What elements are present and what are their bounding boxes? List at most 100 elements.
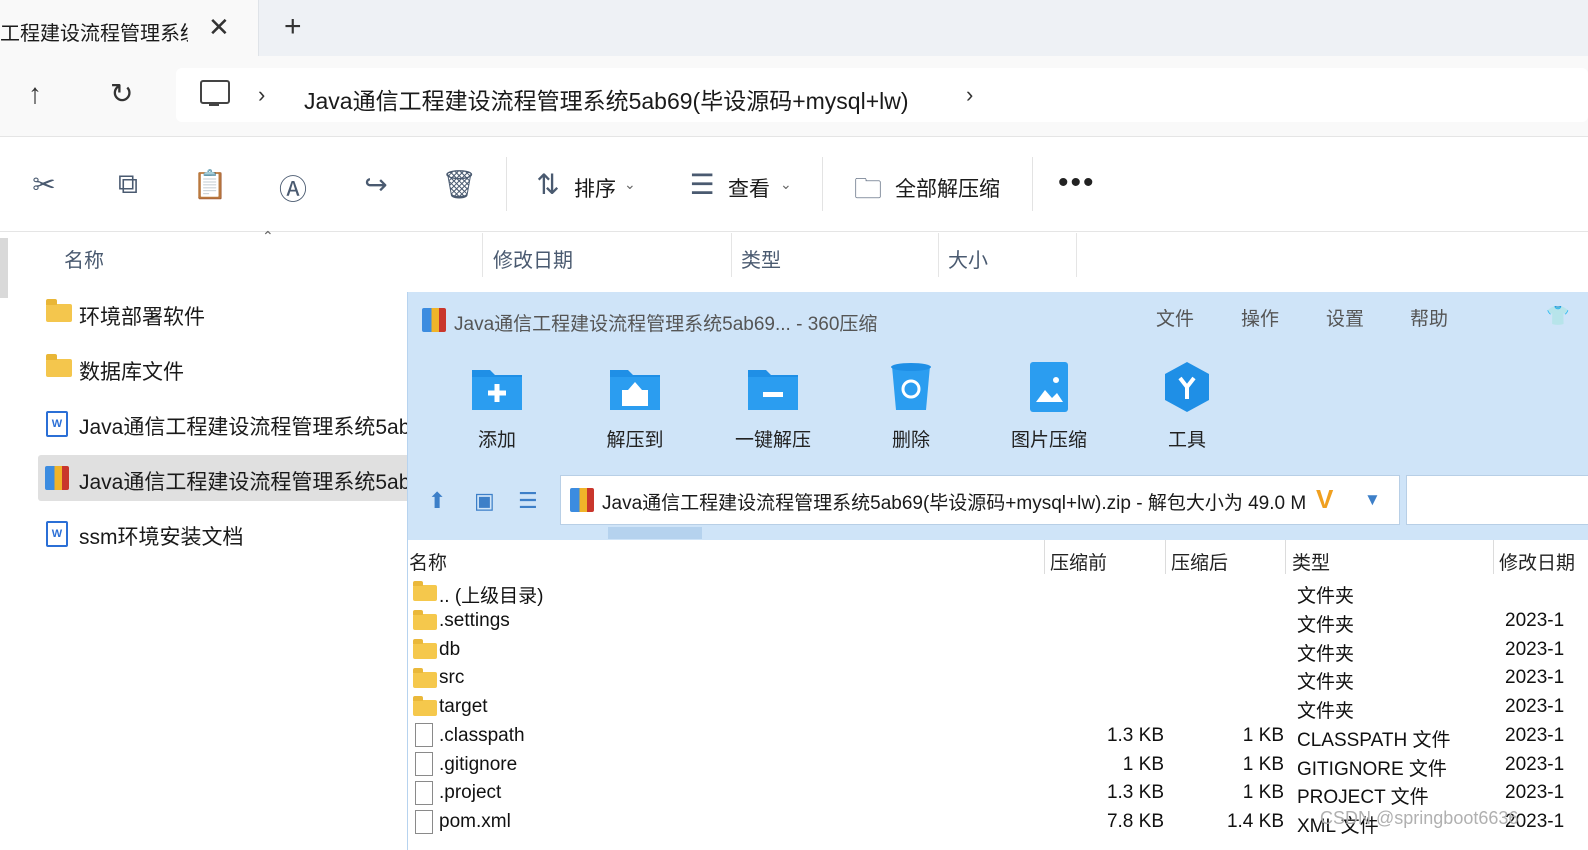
zip-row-type: 文件夹: [1297, 672, 1355, 693]
dropdown-triangle-icon[interactable]: ▼: [1364, 490, 1381, 510]
zip-column-modified[interactable]: 修改日期: [1499, 548, 1575, 575]
tools-icon[interactable]: [1160, 362, 1214, 412]
file-icon: [415, 781, 433, 805]
list-view-icon[interactable]: ☰: [518, 488, 538, 514]
view-icon[interactable]: ☰: [684, 168, 720, 201]
folder-icon: [413, 581, 437, 601]
menu-help[interactable]: 帮助: [1410, 304, 1448, 331]
menu-settings[interactable]: 设置: [1326, 304, 1364, 331]
word-doc-icon: W: [46, 411, 68, 437]
column-header-modified[interactable]: 修改日期: [493, 244, 573, 273]
divider: [822, 157, 823, 211]
zip-row-type: 文件夹: [1297, 644, 1355, 665]
zip-column-type[interactable]: 类型: [1292, 548, 1330, 575]
zip-row-after: 1 KB: [1242, 725, 1284, 746]
column-divider[interactable]: [482, 233, 483, 277]
menu-file[interactable]: 文件: [1156, 304, 1194, 331]
zip-row-type: CLASSPATH 文件: [1297, 730, 1451, 751]
divider: [506, 157, 507, 211]
file-icon: [415, 752, 433, 776]
up-level-icon[interactable]: ⬆: [428, 488, 446, 514]
file-row-name[interactable]: 数据库文件: [79, 356, 184, 386]
zip-path-text[interactable]: Java通信工程建设流程管理系统5ab69(毕设源码+mysql+lw).zip…: [602, 488, 1314, 515]
extract-all-icon[interactable]: 🗀: [850, 168, 886, 216]
thumbnail-view-icon[interactable]: ▣: [474, 488, 495, 514]
file-row-name[interactable]: Java通信工程建设流程管理系统5ab: [79, 411, 410, 441]
folder-icon: [413, 696, 437, 716]
skin-icon[interactable]: 👕: [1546, 304, 1570, 328]
column-divider[interactable]: [1285, 540, 1286, 574]
column-divider[interactable]: [731, 233, 732, 277]
zip-row-name[interactable]: .gitignore: [439, 754, 517, 776]
more-options-icon[interactable]: •••: [1058, 166, 1096, 200]
sort-button[interactable]: 排序: [574, 173, 616, 203]
vip-badge-icon[interactable]: V: [1316, 484, 1333, 515]
delete-icon[interactable]: [884, 362, 938, 412]
this-pc-icon[interactable]: [200, 80, 230, 106]
word-doc-icon: W: [46, 521, 68, 547]
zip-row-name[interactable]: target: [439, 696, 488, 718]
zip-row-date: 2023-1: [1505, 696, 1565, 717]
arrow-up-icon[interactable]: ↑: [28, 78, 42, 110]
image-compress-icon[interactable]: [1022, 362, 1076, 412]
zip-row-name[interactable]: db: [439, 639, 460, 661]
copy-icon[interactable]: ⧉: [110, 168, 146, 201]
breadcrumb-chevron-icon[interactable]: ›: [966, 82, 973, 108]
menu-operation[interactable]: 操作: [1241, 304, 1279, 331]
refresh-icon[interactable]: ↻: [110, 77, 133, 110]
column-divider[interactable]: [938, 233, 939, 277]
folder-icon: [46, 299, 72, 322]
tools-button[interactable]: 工具: [1127, 425, 1247, 452]
paste-icon[interactable]: 📋: [192, 168, 228, 201]
zip-row-date: 2023-1: [1505, 754, 1565, 775]
column-divider[interactable]: [1493, 540, 1494, 574]
tab-title[interactable]: 工程建设流程管理系统: [0, 17, 188, 46]
delete-button[interactable]: 删除: [851, 425, 971, 452]
zip-row-before: 1.3 KB: [1106, 725, 1164, 746]
share-icon[interactable]: ↪: [358, 168, 394, 201]
divider: [1032, 157, 1033, 211]
file-row-name[interactable]: Java通信工程建设流程管理系统5ab: [79, 466, 410, 496]
cut-icon[interactable]: ✂: [26, 168, 62, 201]
extract-all-button[interactable]: 全部解压缩: [895, 173, 1000, 203]
column-divider[interactable]: [1076, 233, 1077, 277]
rename-icon[interactable]: Ⓐ: [275, 168, 311, 208]
one-click-extract-icon[interactable]: [746, 362, 800, 412]
zip-row-name[interactable]: .. (上级目录): [439, 581, 544, 608]
zip-row-name[interactable]: src: [439, 667, 464, 689]
zip-column-after[interactable]: 压缩后: [1171, 548, 1228, 575]
zip-row-after: 1 KB: [1242, 754, 1284, 775]
one-click-extract-button[interactable]: 一键解压: [713, 425, 833, 452]
zip-row-name[interactable]: .project: [439, 782, 501, 804]
extract-to-icon[interactable]: [608, 362, 662, 412]
column-divider[interactable]: [1165, 540, 1166, 574]
zip-app-icon: [422, 308, 446, 332]
column-header-size[interactable]: 大小: [948, 244, 988, 273]
zip-column-before[interactable]: 压缩前: [1050, 548, 1107, 575]
column-header-name[interactable]: 名称: [64, 244, 104, 273]
file-row-name[interactable]: 环境部署软件: [79, 301, 205, 331]
tab-close-icon[interactable]: ✕: [208, 12, 230, 43]
file-row-name[interactable]: ssm环境安装文档: [79, 521, 244, 551]
zip-row-after: 1 KB: [1242, 782, 1284, 803]
column-divider[interactable]: [1044, 540, 1045, 574]
extract-to-button[interactable]: 解压到: [575, 425, 695, 452]
sort-icon[interactable]: ⇅: [530, 168, 566, 201]
zip-column-name[interactable]: 名称: [409, 548, 447, 575]
add-icon[interactable]: [470, 362, 524, 412]
sort-ascending-icon: ⌃: [262, 228, 274, 244]
view-button[interactable]: 查看: [728, 173, 770, 203]
zip-row-name[interactable]: pom.xml: [439, 811, 511, 833]
chevron-down-icon[interactable]: ⌄: [624, 176, 636, 193]
breadcrumb-chevron-icon[interactable]: ›: [258, 82, 265, 108]
breadcrumb-folder[interactable]: Java通信工程建设流程管理系统5ab69(毕设源码+mysql+lw): [304, 82, 909, 116]
add-button[interactable]: 添加: [437, 425, 557, 452]
delete-icon[interactable]: 🗑: [441, 168, 477, 201]
chevron-down-icon[interactable]: ⌄: [780, 176, 792, 193]
image-compress-button[interactable]: 图片压缩: [989, 425, 1109, 452]
column-header-type[interactable]: 类型: [741, 244, 781, 273]
zip-search-input[interactable]: [1406, 475, 1588, 525]
zip-row-name[interactable]: .settings: [439, 610, 510, 632]
new-tab-button[interactable]: +: [284, 10, 302, 44]
zip-row-name[interactable]: .classpath: [439, 725, 525, 747]
